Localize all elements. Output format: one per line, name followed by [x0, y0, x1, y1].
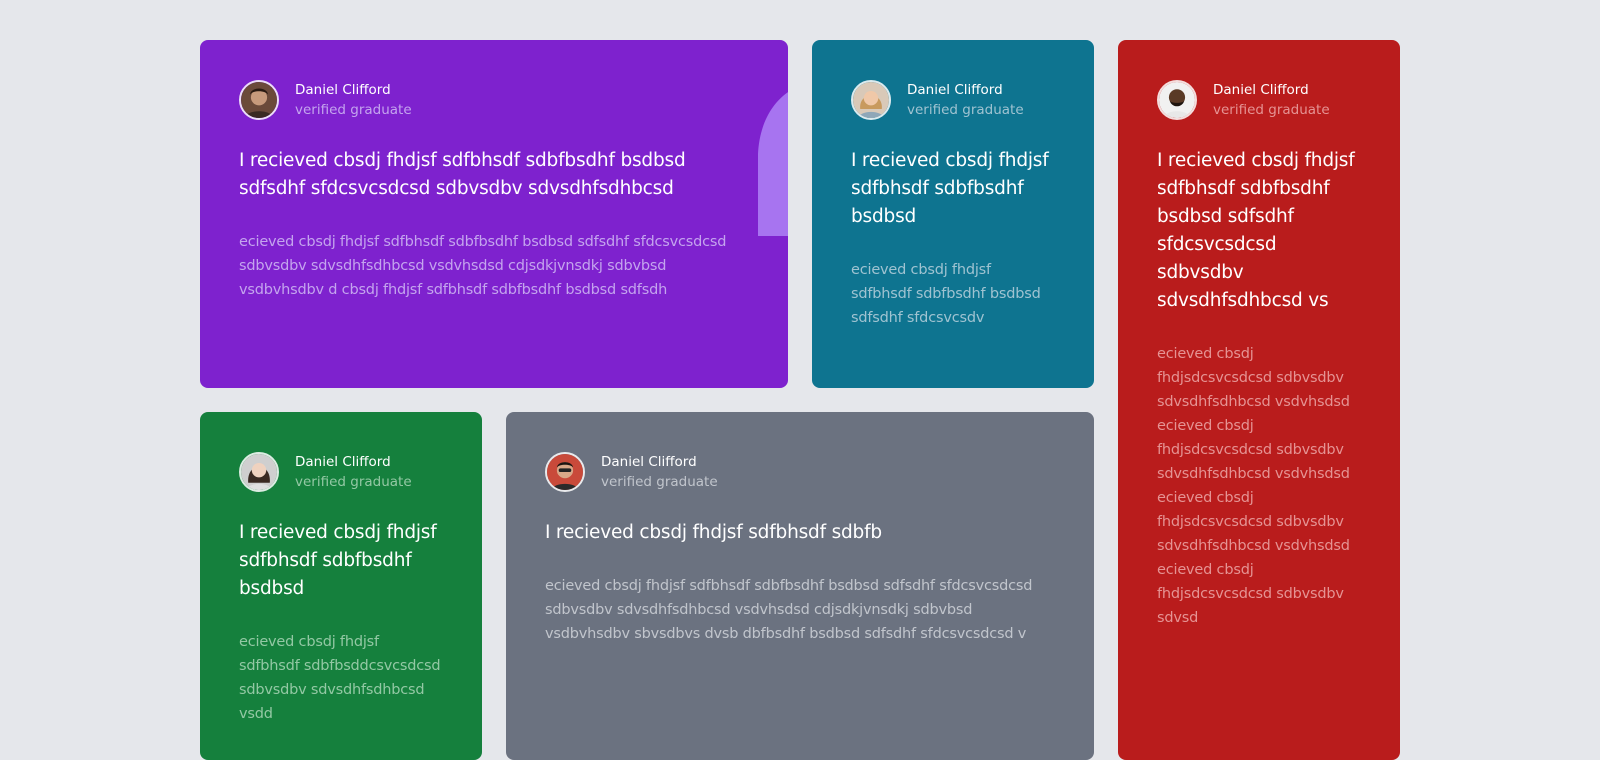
testimonial-headline: I recieved cbsdj fhdjsf sdfbhsdf sdbfbsd… — [239, 150, 686, 199]
author-role: verified graduate — [601, 474, 718, 490]
testimonial-headline: I recieved cbsdj fhdjsf sdfbhsdf sdbfbsd… — [851, 150, 1049, 227]
author-role: verified graduate — [295, 102, 412, 118]
testimonial-headline: I recieved cbsdj fhdjsf sdfbhsdf sdbfbsd… — [1157, 150, 1355, 311]
card-header: Daniel Clifford verified graduate — [239, 450, 443, 494]
author-name: Daniel Clifford — [1213, 82, 1309, 98]
testimonial-body: ecieved cbsdj fhdjsf sdfbhsdf sdbfbsdhf … — [851, 262, 1041, 326]
avatar — [545, 452, 585, 492]
author-name: Daniel Clifford — [601, 454, 697, 470]
author-name: Daniel Clifford — [907, 82, 1003, 98]
avatar — [851, 80, 891, 120]
testimonial-body: ecieved cbsdj fhdjsf sdfbhsdf sdbfbsdhf … — [239, 234, 727, 298]
author-name: Daniel Clifford — [295, 82, 391, 98]
avatar — [1157, 80, 1197, 120]
card-header: Daniel Clifford verified graduate — [851, 78, 1055, 122]
card-header: Daniel Clifford verified graduate — [1157, 78, 1361, 122]
testimonial-headline: I recieved cbsdj fhdjsf sdfbhsdf sdbfb — [545, 522, 882, 543]
author-role: verified graduate — [295, 474, 412, 490]
avatar — [239, 452, 279, 492]
card-header: Daniel Clifford verified graduate — [239, 78, 749, 122]
testimonial-card-3: Daniel Clifford verified graduate I reci… — [1118, 40, 1400, 760]
testimonial-body: ecieved cbsdj fhdjsdcsvcsdcsd sdbvsdbv s… — [1157, 346, 1350, 626]
testimonial-card-5: Daniel Clifford verified graduate I reci… — [506, 412, 1094, 760]
testimonial-body: ecieved cbsdj fhdjsf sdfbhsdf sdbfbsdhf … — [545, 578, 1033, 642]
testimonial-body: ecieved cbsdj fhdjsf sdfbhsdf sdbfbsddcs… — [239, 634, 441, 722]
avatar — [239, 80, 279, 120]
card-header: Daniel Clifford verified graduate — [545, 450, 1055, 494]
author-role: verified graduate — [1213, 102, 1330, 118]
testimonial-card-1: Daniel Clifford verified graduate I reci… — [200, 40, 788, 388]
testimonial-card-4: Daniel Clifford verified graduate I reci… — [200, 412, 482, 760]
quote-icon — [758, 92, 788, 236]
testimonial-card-2: Daniel Clifford verified graduate I reci… — [812, 40, 1094, 388]
testimonial-headline: I recieved cbsdj fhdjsf sdfbhsdf sdbfbsd… — [239, 522, 437, 599]
author-role: verified graduate — [907, 102, 1024, 118]
author-name: Daniel Clifford — [295, 454, 391, 470]
